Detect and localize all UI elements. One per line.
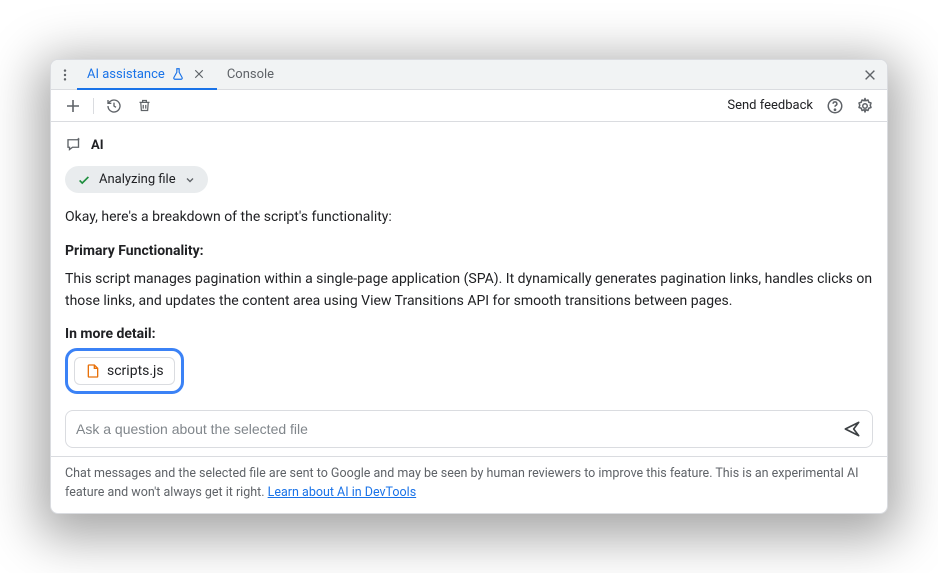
separator: [93, 98, 94, 114]
file-highlight: scripts.js: [65, 348, 184, 394]
selected-file-chip[interactable]: scripts.js: [74, 357, 175, 385]
tab-console[interactable]: Console: [217, 60, 284, 90]
tab-label: Console: [227, 67, 274, 82]
devtools-panel: AI assistance Console Send feedback: [50, 59, 888, 514]
toolbar: Send feedback: [51, 90, 887, 122]
status-chip[interactable]: Analyzing file: [65, 166, 208, 193]
check-icon: [77, 173, 91, 187]
history-button[interactable]: [102, 94, 126, 118]
response-intro: Okay, here's a breakdown of the script's…: [65, 207, 873, 229]
chat-input[interactable]: [76, 421, 842, 437]
flask-icon: [171, 67, 185, 81]
chip-text: Analyzing file: [99, 172, 176, 187]
close-tab-icon[interactable]: [191, 66, 207, 82]
tab-bar: AI assistance Console: [51, 60, 887, 90]
response-heading-1: Primary Functionality:: [65, 243, 873, 259]
disclaimer-text: Chat messages and the selected file are …: [65, 466, 859, 500]
new-chat-button[interactable]: [61, 94, 85, 118]
response-paragraph-1: This script manages pagination within a …: [65, 269, 873, 312]
chat-content: AI Analyzing file Okay, here's a breakdo…: [51, 122, 887, 404]
learn-more-link[interactable]: Learn about AI in DevTools: [268, 485, 417, 500]
tab-ai-assistance[interactable]: AI assistance: [77, 60, 217, 90]
chat-input-box: [65, 410, 873, 448]
ai-header: AI: [65, 136, 873, 154]
disclaimer-footer: Chat messages and the selected file are …: [51, 456, 887, 513]
delete-button[interactable]: [132, 94, 156, 118]
chevron-down-icon: [184, 174, 196, 186]
close-panel-icon[interactable]: [859, 64, 881, 86]
tab-label: AI assistance: [87, 67, 165, 82]
file-icon: [85, 363, 101, 379]
more-tabs-icon[interactable]: [55, 65, 75, 85]
response-heading-2: In more detail:: [65, 326, 873, 342]
input-row: [65, 410, 873, 448]
sparkle-chat-icon: [65, 136, 83, 154]
ai-label: AI: [91, 138, 104, 153]
settings-button[interactable]: [853, 94, 877, 118]
file-name: scripts.js: [107, 363, 164, 379]
help-button[interactable]: [823, 94, 847, 118]
send-feedback-link[interactable]: Send feedback: [727, 98, 813, 113]
send-button[interactable]: [842, 419, 862, 439]
